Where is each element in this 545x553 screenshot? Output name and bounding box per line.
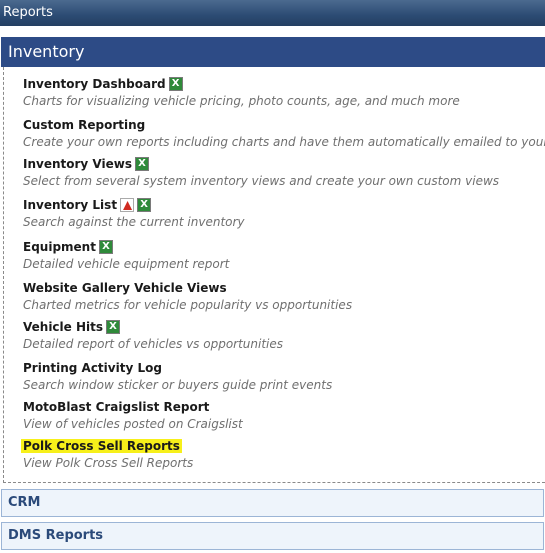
report-link-vehicle-hits[interactable]: Vehicle Hits <box>23 320 103 334</box>
excel-icon[interactable] <box>106 320 121 334</box>
report-description: View of vehicles posted on Craigslist <box>23 417 243 431</box>
report-item-polk-cross-sell: Polk Cross Sell Reports View Polk Cross … <box>21 438 194 470</box>
reports-title-bar: Reports <box>0 0 545 26</box>
report-link-printing-activity-log[interactable]: Printing Activity Log <box>23 361 162 375</box>
dms-reports-section-header[interactable]: DMS Reports <box>1 522 544 550</box>
report-item-website-gallery-vehicle-views: Website Gallery Vehicle Views Charted me… <box>23 280 352 312</box>
reports-title: Reports <box>3 5 53 20</box>
report-link-custom-reporting[interactable]: Custom Reporting <box>23 118 145 132</box>
report-description: Select from several system inventory vie… <box>23 174 500 188</box>
report-description: Search window sticker or buyers guide pr… <box>23 378 333 392</box>
excel-icon[interactable] <box>137 198 152 212</box>
report-description: Detailed vehicle equipment report <box>23 257 230 271</box>
report-description: Create your own reports including charts… <box>23 135 545 149</box>
report-item-motoblast-craigslist: MotoBlast Craigslist Report View of vehi… <box>23 399 243 431</box>
report-link-inventory-views[interactable]: Inventory Views <box>23 157 132 171</box>
excel-icon[interactable] <box>134 157 149 171</box>
report-item-vehicle-hits: Vehicle Hits Detailed report of vehicles… <box>23 319 283 351</box>
report-link-motoblast-craigslist[interactable]: MotoBlast Craigslist Report <box>23 400 209 414</box>
report-item-equipment: Equipment Detailed vehicle equipment rep… <box>23 239 229 271</box>
report-link-equipment[interactable]: Equipment <box>23 240 96 254</box>
crm-section-label: CRM <box>8 495 41 510</box>
report-link-polk-cross-sell[interactable]: Polk Cross Sell Reports <box>21 439 182 453</box>
excel-icon[interactable] <box>168 77 183 91</box>
inventory-report-list: Inventory Dashboard Charts for visualizi… <box>3 67 545 483</box>
report-description: Detailed report of vehicles vs opportuni… <box>23 337 284 351</box>
report-link-website-gallery-vehicle-views[interactable]: Website Gallery Vehicle Views <box>23 281 227 295</box>
report-item-printing-activity-log: Printing Activity Log Search window stic… <box>23 360 332 392</box>
dms-reports-section-label: DMS Reports <box>8 528 104 543</box>
report-description: Search against the current inventory <box>23 215 245 229</box>
excel-icon[interactable] <box>98 240 113 254</box>
report-description: View Polk Cross Sell Reports <box>23 456 194 470</box>
pdf-icon[interactable] <box>120 198 135 212</box>
report-item-custom-reporting: Custom Reporting Create your own reports… <box>23 117 545 149</box>
crm-section-header[interactable]: CRM <box>1 489 544 517</box>
inventory-section-header[interactable]: Inventory <box>1 37 545 67</box>
report-link-inventory-list[interactable]: Inventory List <box>23 198 117 212</box>
report-link-inventory-dashboard[interactable]: Inventory Dashboard <box>23 77 166 91</box>
report-description: Charts for visualizing vehicle pricing, … <box>23 94 460 108</box>
inventory-header-label: Inventory <box>8 42 85 61</box>
report-item-inventory-list: Inventory List Search against the curren… <box>23 197 245 229</box>
report-item-inventory-dashboard: Inventory Dashboard Charts for visualizi… <box>23 76 460 108</box>
report-item-inventory-views: Inventory Views Select from several syst… <box>23 156 499 188</box>
report-description: Charted metrics for vehicle popularity v… <box>23 298 353 312</box>
